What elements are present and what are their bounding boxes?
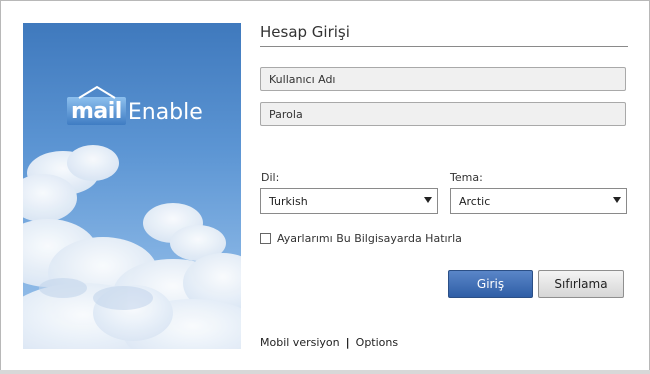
- language-select-value: Turkish: [269, 194, 308, 208]
- title-divider: [260, 46, 628, 47]
- window-bottom-shadow: [0, 370, 650, 374]
- page-title: Hesap Girişi: [260, 23, 350, 41]
- chevron-down-icon: [613, 197, 621, 203]
- logo-enable-text: Enable: [127, 100, 203, 125]
- language-select[interactable]: Turkish: [260, 188, 438, 214]
- footer-separator: |: [345, 336, 350, 349]
- login-window: mail Enable Hesap Girişi Dil: Turkish Te…: [0, 0, 650, 374]
- theme-label: Tema:: [450, 171, 483, 184]
- password-input[interactable]: [260, 102, 626, 126]
- envelope-icon: [78, 85, 116, 99]
- mobile-version-link[interactable]: Mobil versiyon: [260, 336, 340, 349]
- chevron-down-icon: [424, 197, 432, 203]
- logo-mail-text: mail: [67, 97, 126, 125]
- remember-settings-row[interactable]: Ayarlarımı Bu Bilgisayarda Hatırla: [260, 232, 462, 245]
- options-link[interactable]: Options: [356, 336, 398, 349]
- remember-checkbox[interactable]: [260, 233, 271, 244]
- language-label: Dil:: [261, 171, 280, 184]
- login-button[interactable]: Giriş: [448, 270, 533, 298]
- mailenable-logo: mail Enable: [67, 85, 203, 125]
- theme-select[interactable]: Arctic: [450, 188, 627, 214]
- remember-label: Ayarlarımı Bu Bilgisayarda Hatırla: [277, 232, 462, 245]
- sky-banner-image: mail Enable: [23, 23, 241, 349]
- clouds-graphic: [23, 145, 241, 349]
- theme-select-value: Arctic: [459, 194, 491, 208]
- reset-button[interactable]: Sıfırlama: [538, 270, 624, 298]
- username-input[interactable]: [260, 67, 626, 91]
- footer-links: Mobil versiyon | Options: [260, 336, 398, 349]
